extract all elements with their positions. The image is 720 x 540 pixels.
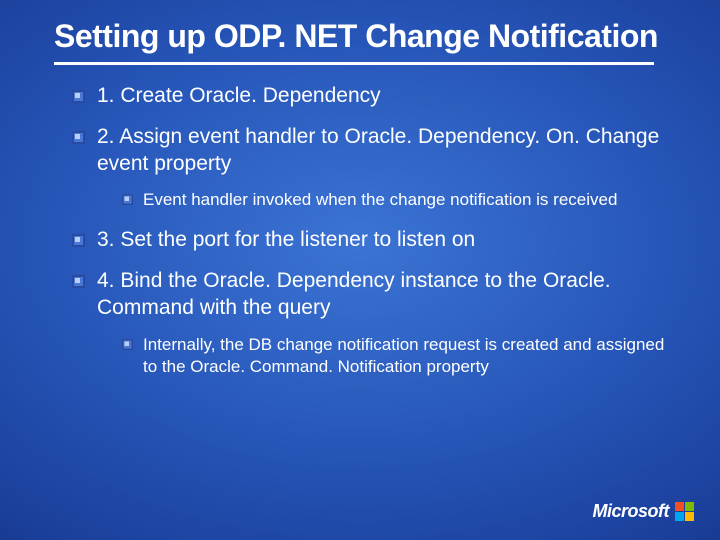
item-text: 4. Bind the Oracle. Dependency instance … [97, 268, 672, 322]
title-underline [54, 62, 654, 65]
bullet-icon [72, 234, 85, 247]
sub-item: Internally, the DB change notification r… [122, 334, 672, 378]
sub-text: Event handler invoked when the change no… [143, 189, 617, 211]
item-text: 1. Create Oracle. Dependency [97, 83, 381, 110]
bullet-icon [72, 90, 85, 103]
list-item: 1. Create Oracle. Dependency [72, 83, 672, 110]
list-item: 2. Assign event handler to Oracle. Depen… [72, 124, 672, 178]
slide: Setting up ODP. NET Change Notification … [0, 0, 720, 378]
content-area: 1. Create Oracle. Dependency 2. Assign e… [54, 83, 672, 379]
slide-title: Setting up ODP. NET Change Notification [54, 18, 672, 56]
sub-list: Internally, the DB change notification r… [72, 334, 672, 378]
list-item: 3. Set the port for the listener to list… [72, 227, 672, 254]
bullet-icon [72, 275, 85, 288]
microsoft-flag-icon [675, 502, 694, 521]
sub-text: Internally, the DB change notification r… [143, 334, 672, 378]
item-text: 2. Assign event handler to Oracle. Depen… [97, 124, 672, 178]
microsoft-logo: Microsoft [593, 501, 695, 522]
sub-bullet-icon [122, 194, 133, 205]
bullet-icon [72, 131, 85, 144]
brand-text: Microsoft [593, 501, 670, 522]
sub-list: Event handler invoked when the change no… [72, 189, 672, 211]
list-item: 4. Bind the Oracle. Dependency instance … [72, 268, 672, 322]
sub-item: Event handler invoked when the change no… [122, 189, 672, 211]
item-text: 3. Set the port for the listener to list… [97, 227, 475, 254]
sub-bullet-icon [122, 339, 133, 350]
